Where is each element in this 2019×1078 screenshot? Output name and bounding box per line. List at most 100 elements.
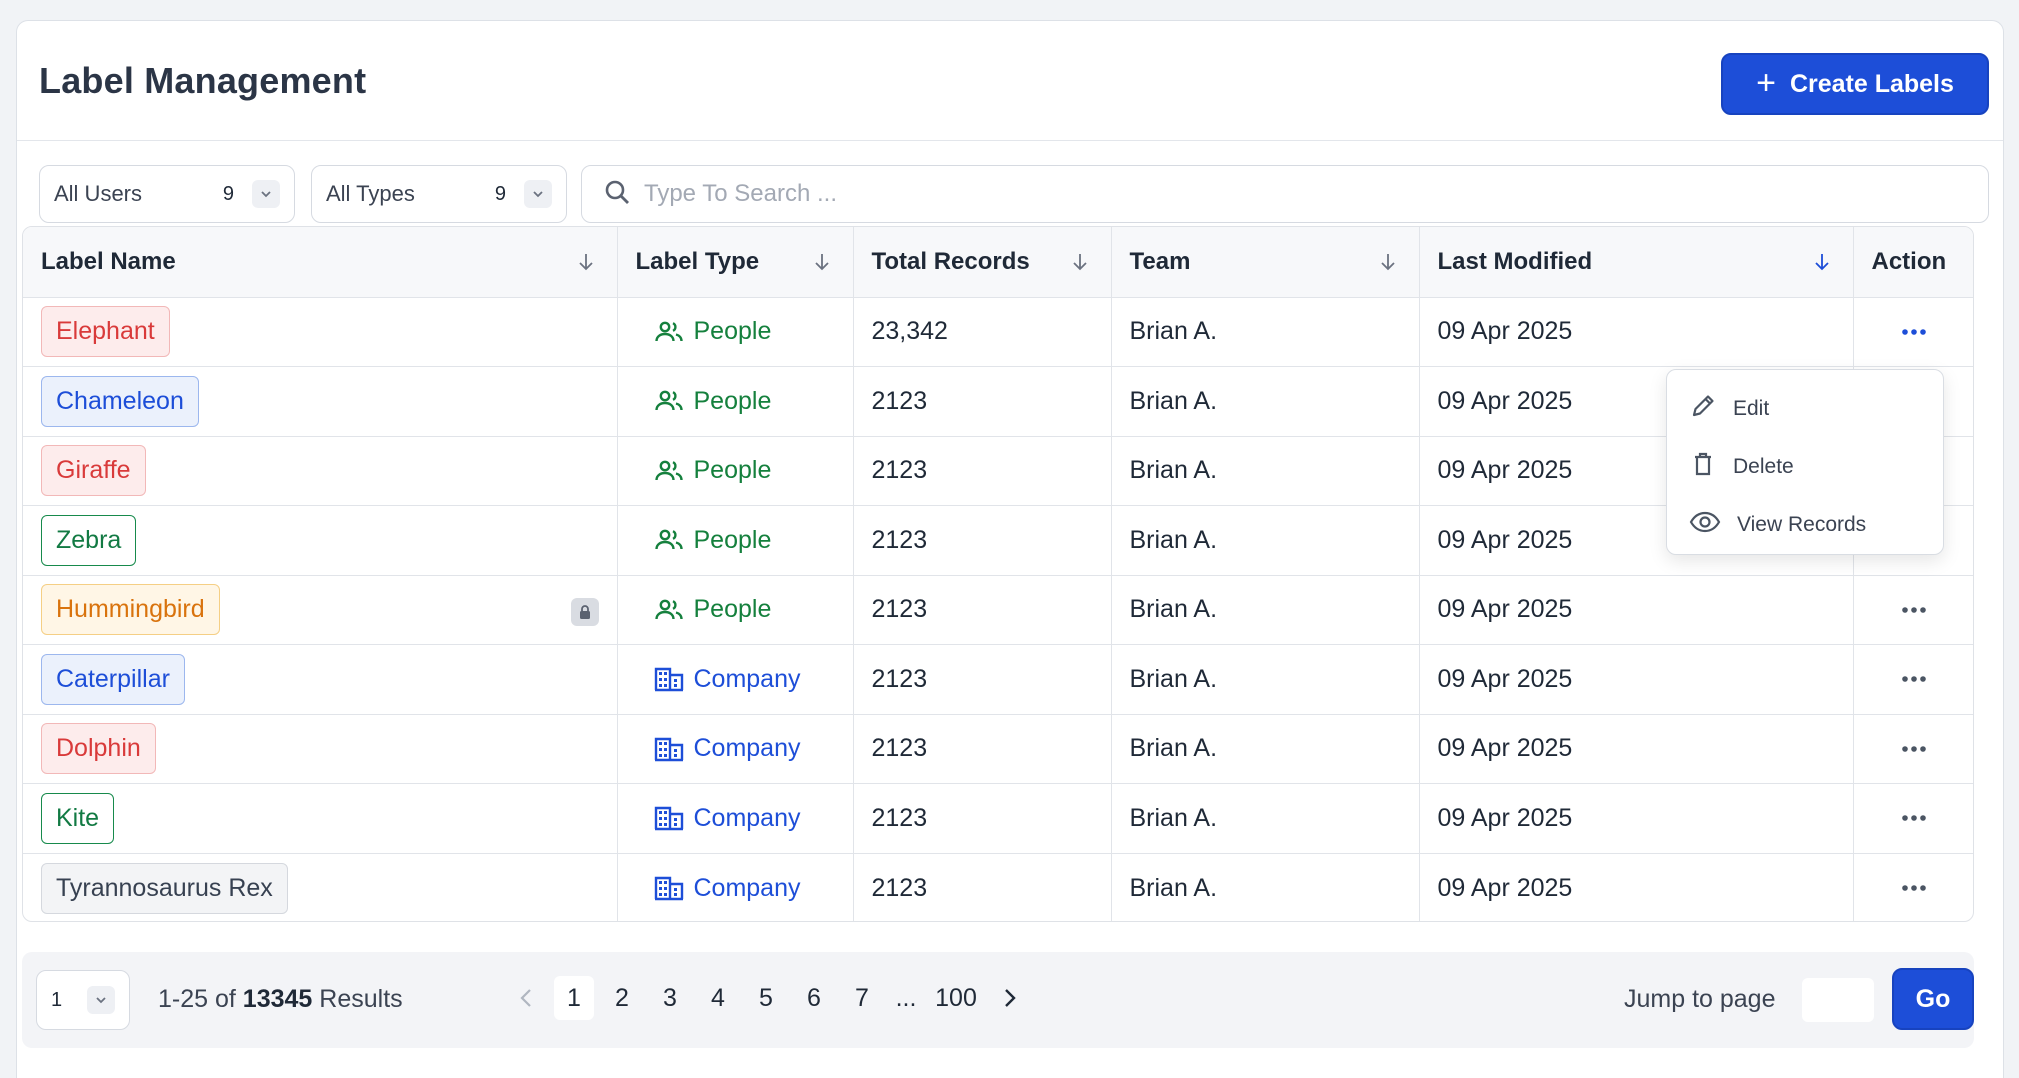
team-cell: Brian A. xyxy=(1111,644,1420,715)
label-tag[interactable]: Giraffe xyxy=(41,445,146,497)
trash-icon xyxy=(1689,450,1717,484)
create-labels-button[interactable]: + Create Labels xyxy=(1721,53,1989,115)
page-button[interactable]: 2 xyxy=(598,976,646,1020)
chevron-down-icon xyxy=(252,180,280,208)
page-button[interactable]: 7 xyxy=(838,976,886,1020)
label-type: Company xyxy=(636,734,835,763)
chevron-down-icon xyxy=(87,986,115,1014)
label-type-text: People xyxy=(693,317,772,346)
label-name-cell: Dolphin xyxy=(23,714,618,784)
results-total: 13345 xyxy=(242,985,313,1013)
label-tag[interactable]: Hummingbird xyxy=(41,584,220,636)
label-type: Company xyxy=(636,665,835,694)
label-tag[interactable]: Elephant xyxy=(41,306,170,358)
search-input[interactable]: Type To Search ... xyxy=(581,165,1989,223)
results-suffix: Results xyxy=(319,985,403,1013)
label-tag[interactable]: Caterpillar xyxy=(41,653,185,705)
types-filter-dropdown[interactable]: All Types 9 xyxy=(311,165,567,223)
menu-item-edit[interactable]: Edit xyxy=(1667,380,1943,438)
more-options-icon[interactable] xyxy=(1872,745,1958,753)
label-type-text: People xyxy=(693,386,772,415)
page-header: Label Management + Create Labels xyxy=(17,21,2003,141)
eye-icon xyxy=(1689,510,1721,540)
label-type-cell: Company xyxy=(617,783,854,854)
column-header-label-type[interactable]: Label Type xyxy=(617,227,854,298)
label-name-cell: Kite xyxy=(23,783,618,854)
sort-arrow-icon[interactable] xyxy=(577,251,595,279)
sort-arrow-icon[interactable] xyxy=(1379,251,1397,279)
column-header-team[interactable]: Team xyxy=(1111,227,1420,298)
label-tag[interactable]: Chameleon xyxy=(41,375,199,427)
page-button[interactable]: 4 xyxy=(694,976,742,1020)
last-modified-cell: 09 Apr 2025 xyxy=(1419,575,1854,645)
label-type-cell: Company xyxy=(617,714,854,784)
label-type-cell: Company xyxy=(617,644,854,715)
pencil-icon xyxy=(1689,392,1717,426)
column-header-total-records[interactable]: Total Records xyxy=(853,227,1112,298)
create-labels-label: Create Labels xyxy=(1789,69,1954,98)
more-options-icon[interactable] xyxy=(1872,328,1958,336)
people-icon xyxy=(654,598,684,622)
label-type-text: People xyxy=(693,456,772,485)
plus-icon: + xyxy=(1756,63,1776,102)
page-button[interactable]: 100 xyxy=(926,976,986,1020)
results-summary: 1-25 of 13345 Results xyxy=(158,985,403,1014)
users-filter-count: 9 xyxy=(222,182,234,205)
total-records-cell: 2123 xyxy=(853,853,1112,921)
search-placeholder: Type To Search ... xyxy=(644,180,837,207)
page-size-dropdown[interactable]: 1 xyxy=(36,970,130,1030)
action-cell xyxy=(1853,644,1973,715)
table-row: Elephant People 23,342 Brian A. 09 Apr 2025 xyxy=(23,297,1973,367)
users-filter-dropdown[interactable]: All Users 9 xyxy=(39,165,295,223)
page-button[interactable]: 1 xyxy=(554,976,594,1020)
search-icon xyxy=(604,179,630,210)
column-header-label-name[interactable]: Label Name xyxy=(23,227,618,298)
label-name-cell: Chameleon xyxy=(23,366,618,437)
next-page-button[interactable] xyxy=(986,976,1034,1020)
sort-arrow-icon[interactable] xyxy=(1071,251,1089,279)
total-records-cell: 2123 xyxy=(853,644,1112,715)
team-cell: Brian A. xyxy=(1111,505,1420,576)
sort-arrow-icon-active[interactable] xyxy=(1813,251,1831,279)
page-ellipsis: ... xyxy=(895,983,917,1012)
menu-item-delete[interactable]: Delete xyxy=(1667,438,1943,496)
label-name-cell: Giraffe xyxy=(23,436,618,506)
building-icon xyxy=(654,736,684,762)
action-cell xyxy=(1853,297,1973,367)
label-tag[interactable]: Zebra xyxy=(41,514,137,566)
page-button[interactable]: 5 xyxy=(742,976,790,1020)
more-options-icon[interactable] xyxy=(1872,814,1958,822)
lock-icon xyxy=(570,597,599,626)
label-name-cell: Zebra xyxy=(23,505,618,576)
team-cell: Brian A. xyxy=(1111,366,1420,437)
more-options-icon[interactable] xyxy=(1872,606,1958,614)
label-name-cell: Elephant xyxy=(23,297,618,367)
total-records-cell: 2123 xyxy=(853,505,1112,576)
label-tag[interactable]: Dolphin xyxy=(41,723,156,775)
label-tag[interactable]: Tyrannosaurus Rex xyxy=(41,862,288,914)
go-button[interactable]: Go xyxy=(1892,968,1974,1030)
chevron-down-icon xyxy=(524,180,552,208)
menu-item-view-records[interactable]: View Records xyxy=(1667,496,1943,554)
sort-arrow-icon[interactable] xyxy=(813,251,831,279)
page-button[interactable]: 3 xyxy=(646,976,694,1020)
label-type: People xyxy=(636,595,835,624)
column-header-last-modified[interactable]: Last Modified xyxy=(1419,227,1854,298)
team-cell: Brian A. xyxy=(1111,853,1420,921)
jump-to-page-input[interactable] xyxy=(1802,978,1874,1022)
team-cell: Brian A. xyxy=(1111,436,1420,506)
row-action-menu: Edit Delete View Records xyxy=(1666,369,1944,555)
menu-item-view-records-label: View Records xyxy=(1737,513,1867,536)
label-tag[interactable]: Kite xyxy=(41,792,115,844)
more-options-icon[interactable] xyxy=(1872,675,1958,683)
total-records-cell: 2123 xyxy=(853,714,1112,784)
pager: 1 2 3 4 5 6 7 ... 100 xyxy=(502,976,1034,1020)
table-header-row: Label Name Label Type Total Records Team… xyxy=(23,227,1973,298)
more-options-icon[interactable] xyxy=(1872,884,1958,892)
prev-page-button[interactable] xyxy=(502,976,550,1020)
label-type: People xyxy=(636,317,835,346)
page-button[interactable]: 6 xyxy=(790,976,838,1020)
menu-item-delete-label: Delete xyxy=(1733,455,1794,478)
team-cell: Brian A. xyxy=(1111,297,1420,367)
team-cell: Brian A. xyxy=(1111,575,1420,645)
